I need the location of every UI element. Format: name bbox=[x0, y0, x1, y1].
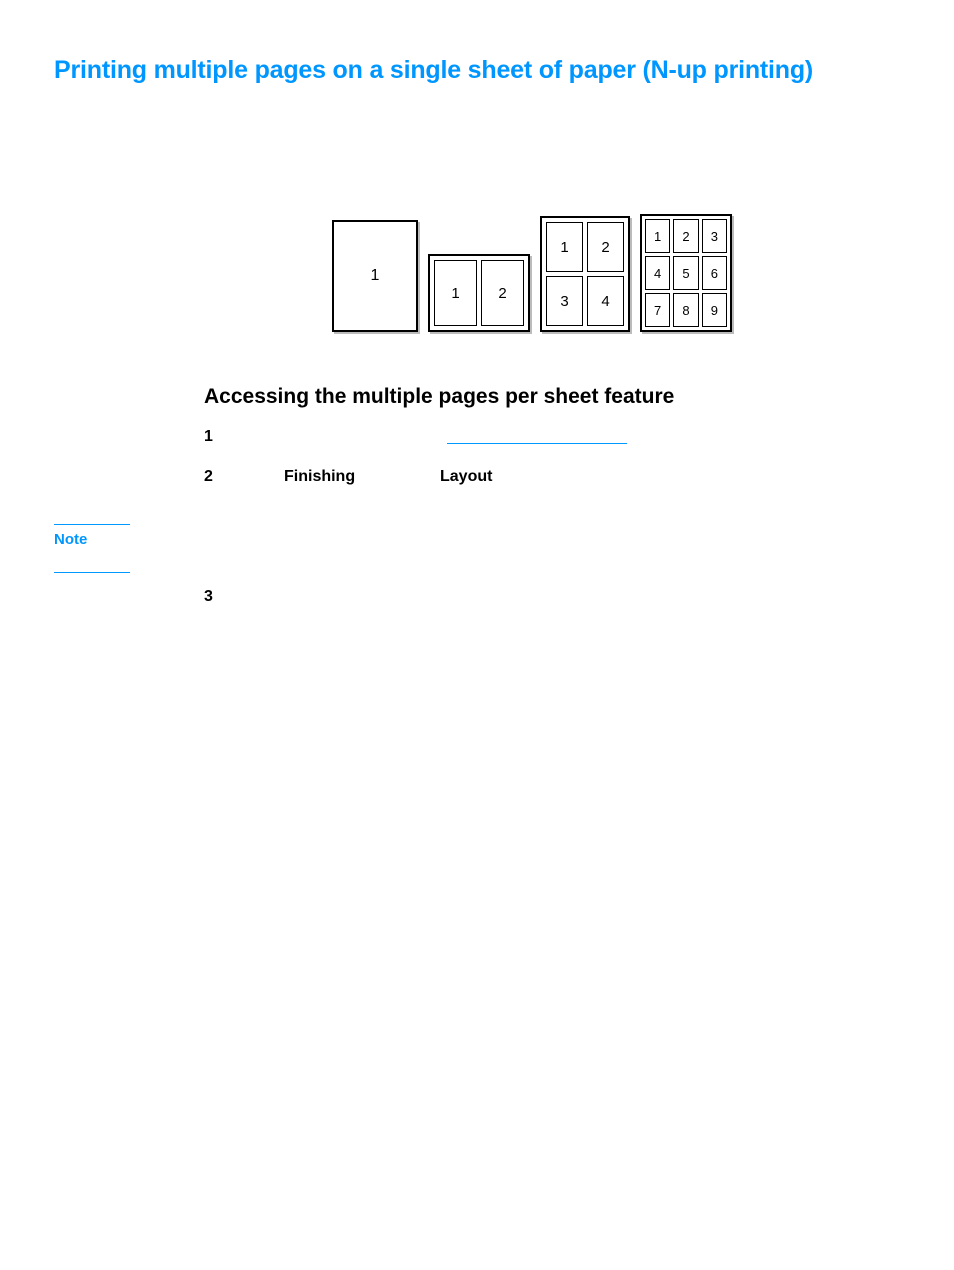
sheet-4up: 1 2 3 4 bbox=[540, 216, 630, 332]
sheet-1up: 1 bbox=[332, 220, 418, 332]
cell: 1 bbox=[334, 222, 416, 330]
sheet-9up: 1 2 3 4 5 6 7 8 9 bbox=[640, 214, 732, 332]
link-underline[interactable] bbox=[447, 443, 627, 444]
note-label: Note bbox=[54, 525, 130, 554]
sheet-2up: 1 2 bbox=[428, 254, 530, 332]
section-subheading: Accessing the multiple pages per sheet f… bbox=[204, 385, 674, 409]
layout-tab-label: Layout bbox=[440, 468, 492, 486]
cell: 5 bbox=[673, 256, 698, 290]
finishing-tab-label: Finishing bbox=[284, 468, 355, 486]
cell: 9 bbox=[702, 293, 727, 327]
cell: 2 bbox=[481, 260, 524, 326]
cell: 7 bbox=[645, 293, 670, 327]
cell: 8 bbox=[673, 293, 698, 327]
cell: 3 bbox=[702, 219, 727, 253]
step-number-3: 3 bbox=[204, 588, 213, 606]
cell: 1 bbox=[434, 260, 477, 326]
step-number-1: 1 bbox=[204, 428, 213, 446]
cell: 1 bbox=[546, 222, 583, 272]
cell: 4 bbox=[587, 276, 624, 326]
cell: 2 bbox=[673, 219, 698, 253]
cell: 1 bbox=[645, 219, 670, 253]
page-title: Printing multiple pages on a single shee… bbox=[54, 56, 813, 85]
cell: 3 bbox=[546, 276, 583, 326]
cell: 4 bbox=[645, 256, 670, 290]
cell: 6 bbox=[702, 256, 727, 290]
note-rule-bottom bbox=[54, 572, 130, 573]
nup-illustration: 1 1 2 1 2 3 4 1 2 3 4 5 6 7 8 9 bbox=[332, 212, 742, 332]
note-block: Note bbox=[54, 524, 130, 573]
cell: 2 bbox=[587, 222, 624, 272]
step-number-2: 2 bbox=[204, 468, 213, 486]
